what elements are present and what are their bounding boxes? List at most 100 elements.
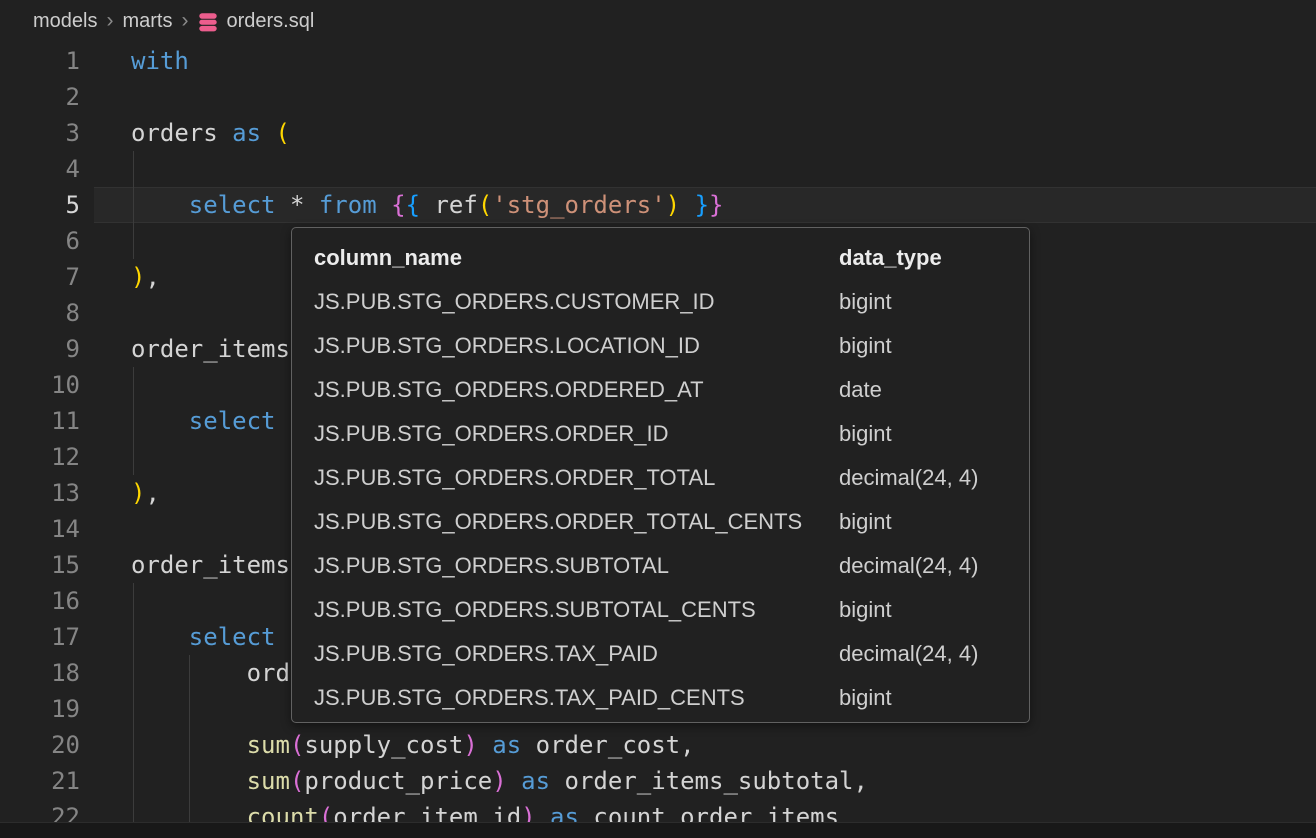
line-number: 3 (0, 115, 94, 151)
code-token (550, 767, 564, 795)
code-token: order_item_id (333, 803, 521, 822)
column-name-cell: JS.PUB.STG_ORDERS.TAX_PAID (314, 641, 839, 667)
code-token: sum (247, 767, 290, 795)
editor-window: { "colors": { "background": "#212121", "… (0, 0, 1316, 838)
table-row: JS.PUB.STG_ORDERS.LOCATION_IDbigint (314, 324, 1007, 368)
code-line-content[interactable]: orders as ( (94, 115, 1316, 151)
code-token: * (290, 191, 304, 219)
panel-edge (0, 822, 1316, 838)
code-token: as (232, 119, 261, 147)
code-token: from (319, 191, 377, 219)
column-name-cell: JS.PUB.STG_ORDERS.CUSTOMER_ID (314, 289, 839, 315)
data-type-cell: date (839, 377, 1007, 403)
table-row: JS.PUB.STG_ORDERS.TAX_PAID_CENTSbigint (314, 676, 1007, 720)
code-token: ) (463, 731, 477, 759)
data-type-cell: bigint (839, 333, 1007, 359)
code-line[interactable]: 21 sum(product_price) as order_items_sub… (0, 763, 1316, 799)
column-name-cell: JS.PUB.STG_ORDERS.SUBTOTAL (314, 553, 839, 579)
code-token: with (131, 47, 189, 75)
table-row: JS.PUB.STG_ORDERS.CUSTOMER_IDbigint (314, 280, 1007, 324)
data-type-cell: decimal(24, 4) (839, 641, 1007, 667)
code-token (261, 119, 275, 147)
data-type-cell: bigint (839, 685, 1007, 711)
code-token: ( (290, 767, 304, 795)
line-number: 10 (0, 367, 94, 403)
code-token: supply_cost (304, 731, 463, 759)
code-token (131, 731, 247, 759)
code-token: order_cost, (536, 731, 695, 759)
line-number: 7 (0, 259, 94, 295)
column-name-cell: JS.PUB.STG_ORDERS.TAX_PAID_CENTS (314, 685, 839, 711)
code-token (579, 803, 593, 822)
table-row: JS.PUB.STG_ORDERS.ORDER_TOTAL_CENTSbigin… (314, 500, 1007, 544)
line-number: 8 (0, 295, 94, 331)
code-token: ( (319, 803, 333, 822)
breadcrumb-file-label: orders.sql (226, 10, 314, 33)
data-type-cell: decimal(24, 4) (839, 553, 1007, 579)
code-token (377, 191, 391, 219)
column-name-cell: JS.PUB.STG_ORDERS.ORDER_TOTAL (314, 465, 839, 491)
code-line[interactable]: 1with (0, 43, 1316, 79)
code-line-content[interactable]: with (94, 43, 1316, 79)
column-name-cell: JS.PUB.STG_ORDERS.SUBTOTAL_CENTS (314, 597, 839, 623)
code-line[interactable]: 3orders as ( (0, 115, 1316, 151)
database-icon (197, 11, 219, 33)
code-token: ( (290, 731, 304, 759)
line-number: 16 (0, 583, 94, 619)
column-name-cell: JS.PUB.STG_ORDERS.ORDERED_AT (314, 377, 839, 403)
code-token: ref (434, 191, 477, 219)
line-number: 13 (0, 475, 94, 511)
table-row: JS.PUB.STG_ORDERS.TAX_PAIDdecimal(24, 4) (314, 632, 1007, 676)
code-line[interactable]: 2 (0, 79, 1316, 115)
code-token: ) (666, 191, 680, 219)
code-token (680, 191, 694, 219)
code-token: select (189, 191, 276, 219)
code-token: ( (478, 191, 492, 219)
code-token: ) (492, 767, 506, 795)
line-number: 6 (0, 223, 94, 259)
line-number: 2 (0, 79, 94, 115)
column-name-cell: JS.PUB.STG_ORDERS.ORDER_ID (314, 421, 839, 447)
code-token: count (247, 803, 319, 822)
chevron-right-icon: › (106, 10, 113, 31)
line-number: 4 (0, 151, 94, 187)
line-number: 15 (0, 547, 94, 583)
code-token: , (145, 263, 159, 291)
breadcrumb: models › marts › orders.sql (0, 0, 1316, 43)
code-line-content[interactable]: sum(product_price) as order_items_subtot… (94, 763, 1316, 799)
code-token: count_order_items (593, 803, 839, 822)
breadcrumb-item-models[interactable]: models (33, 10, 97, 33)
breadcrumb-item-marts[interactable]: marts (122, 10, 172, 33)
code-token: } (709, 191, 723, 219)
code-token (420, 191, 434, 219)
code-line-content[interactable]: select * from {{ ref('stg_orders') }} (94, 187, 1316, 223)
line-number: 19 (0, 691, 94, 727)
column-name-cell: JS.PUB.STG_ORDERS.ORDER_TOTAL_CENTS (314, 509, 839, 535)
column-info-popup: column_name data_type JS.PUB.STG_ORDERS.… (291, 227, 1030, 723)
code-token: select (189, 407, 276, 435)
code-token: } (695, 191, 709, 219)
code-line-content[interactable]: count(order_item_id) as count_order_item… (94, 799, 1316, 822)
code-token: orders (131, 119, 232, 147)
code-line-content[interactable] (94, 151, 1316, 187)
code-line-content[interactable] (94, 79, 1316, 115)
code-token: 'stg_orders' (492, 191, 665, 219)
code-line-content[interactable]: sum(supply_cost) as order_cost, (94, 727, 1316, 763)
code-line[interactable]: 5 select * from {{ ref('stg_orders') }} (0, 187, 1316, 223)
code-token: as (521, 767, 550, 795)
code-token: { (391, 191, 405, 219)
code-token: ) (131, 479, 145, 507)
breadcrumb-item-file[interactable]: orders.sql (197, 10, 314, 33)
code-token: order_items (131, 335, 290, 363)
code-line[interactable]: 22 count(order_item_id) as count_order_i… (0, 799, 1316, 822)
code-token (536, 803, 550, 822)
line-number: 20 (0, 727, 94, 763)
code-line[interactable]: 20 sum(supply_cost) as order_cost, (0, 727, 1316, 763)
table-row: JS.PUB.STG_ORDERS.SUBTOTAL_CENTSbigint (314, 588, 1007, 632)
line-number: 22 (0, 799, 94, 822)
code-token (478, 731, 492, 759)
code-token: select (189, 623, 276, 651)
line-number: 21 (0, 763, 94, 799)
code-line[interactable]: 4 (0, 151, 1316, 187)
code-token: { (406, 191, 420, 219)
